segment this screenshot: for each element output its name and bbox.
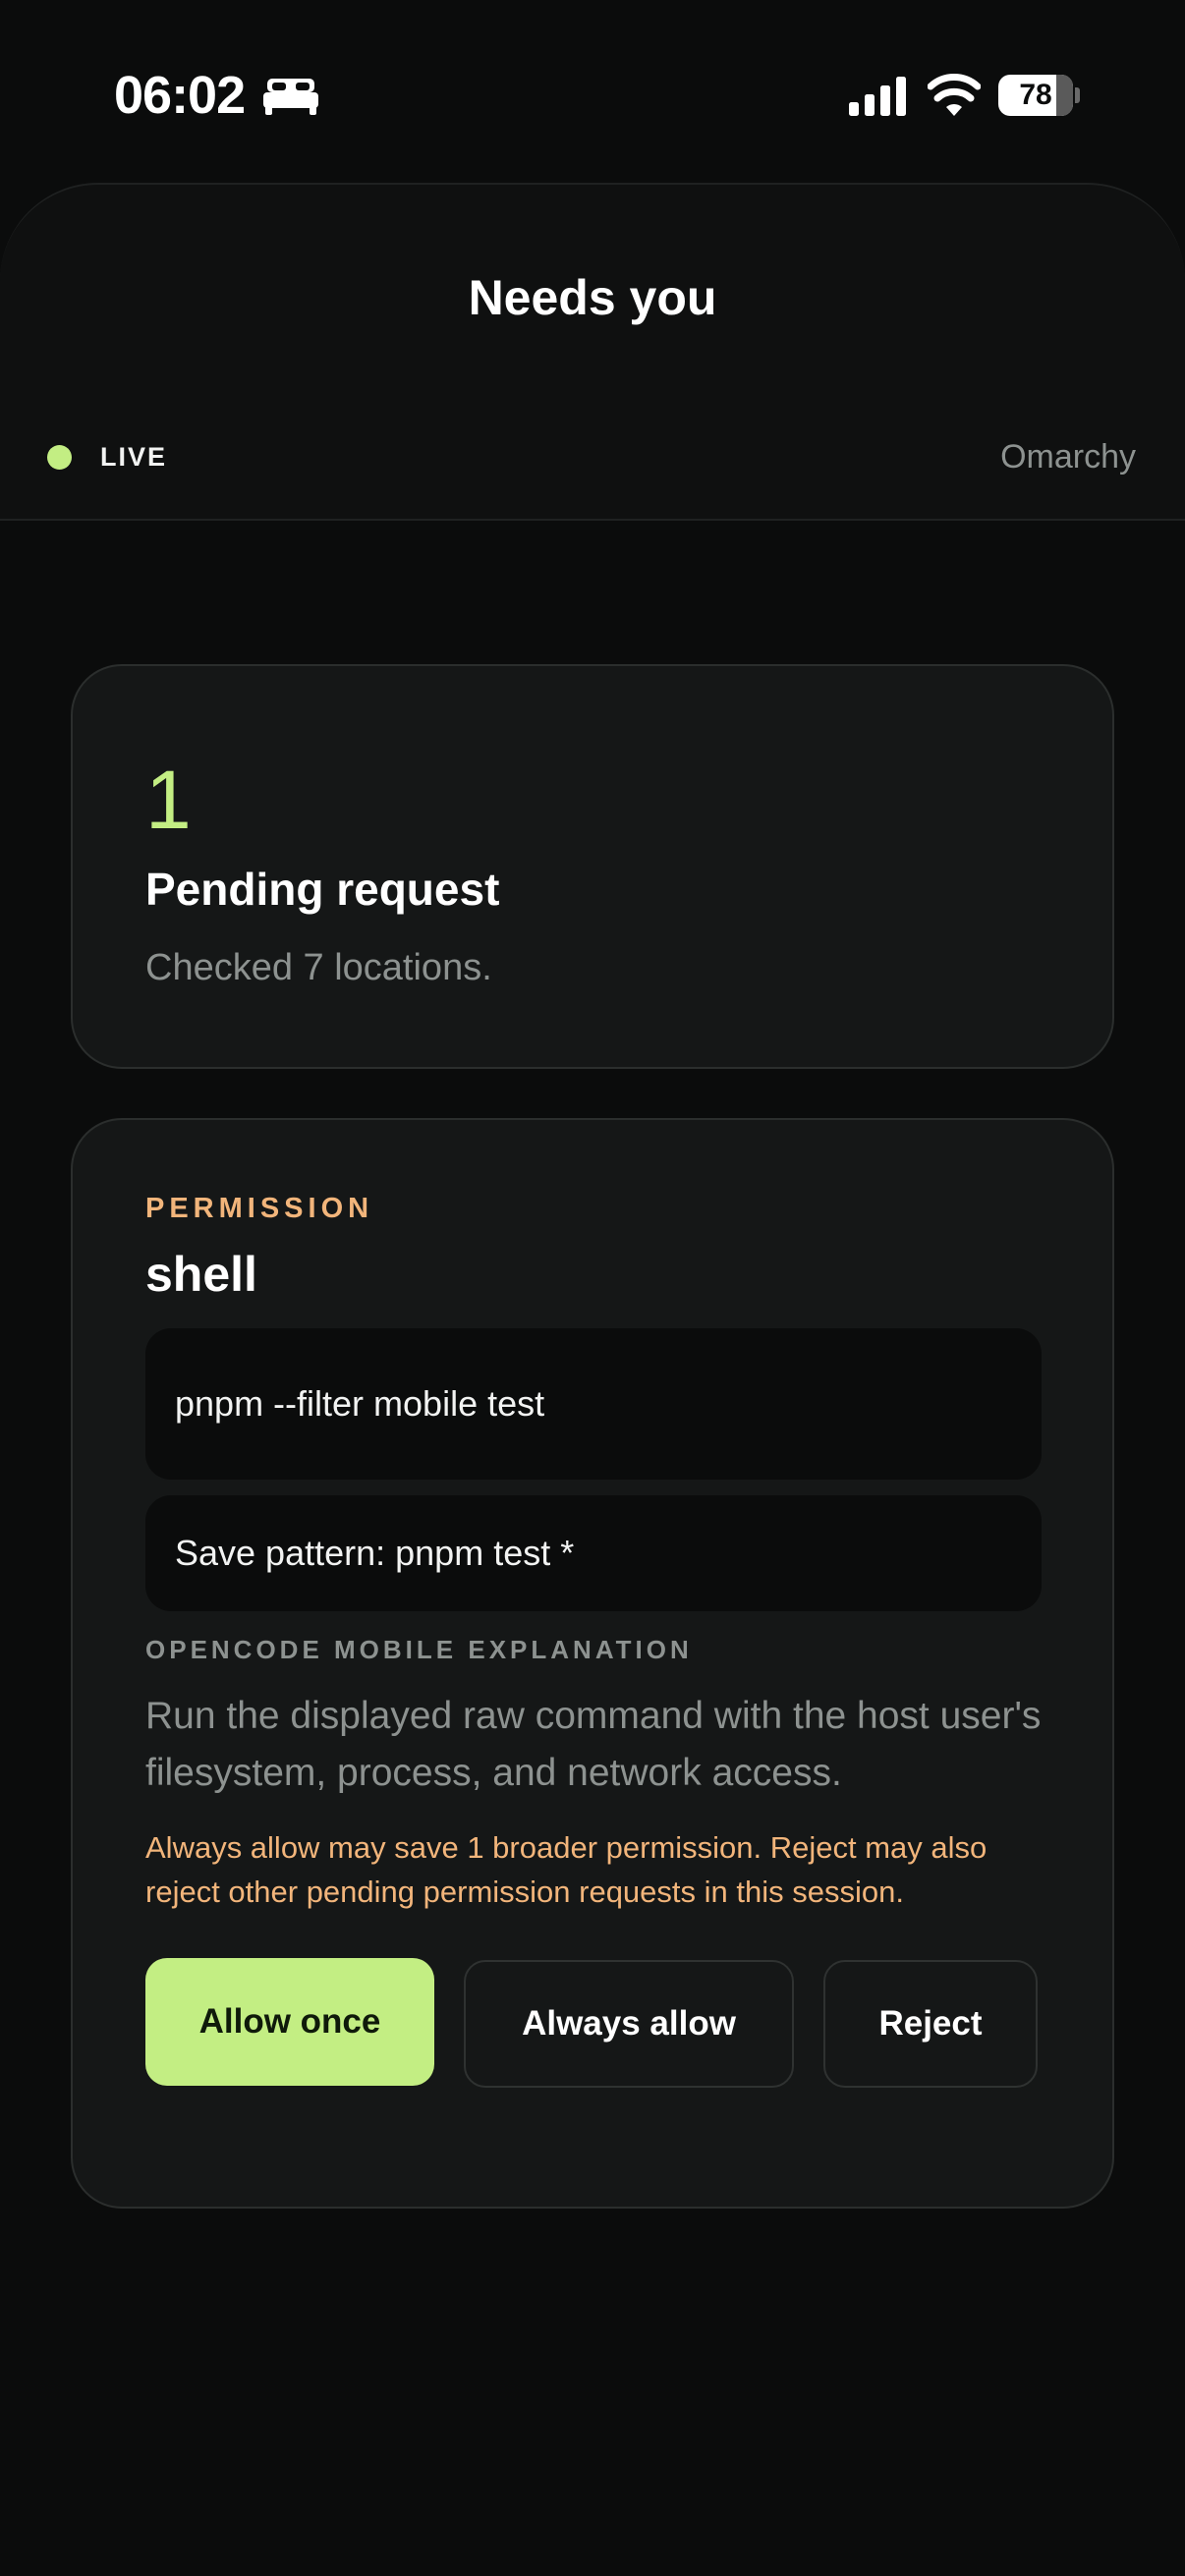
command-box: pnpm --filter mobile test	[145, 1328, 1042, 1480]
bed-icon	[263, 79, 318, 115]
status-time: 06:02	[114, 66, 246, 125]
battery-body: 78	[998, 75, 1073, 116]
pending-subtitle: Checked 7 locations.	[145, 947, 492, 988]
battery-icon: 78	[998, 75, 1080, 116]
pending-count: 1	[145, 754, 192, 846]
page-title: Needs you	[468, 270, 717, 325]
live-status-label: LIVE	[100, 442, 168, 472]
allow-once-button[interactable]: Allow once	[145, 1958, 434, 2086]
host-name[interactable]: Omarchy	[1000, 438, 1136, 476]
save-pattern-box: Save pattern: pnpm test *	[145, 1495, 1042, 1611]
reject-button[interactable]: Reject	[823, 1960, 1038, 2088]
battery-level: 78	[1019, 79, 1052, 111]
command-text: pnpm --filter mobile test	[175, 1383, 545, 1424]
screen: 06:02 78 Needs you LIVE Omarchy 1 Pendin…	[0, 0, 1185, 2576]
battery-nub	[1075, 87, 1080, 103]
save-pattern-text: Save pattern: pnpm test *	[175, 1533, 575, 1573]
live-status-dot	[47, 445, 72, 470]
status-bar: 06:02 78	[0, 0, 1185, 187]
sheet-header: Needs you LIVE Omarchy	[0, 183, 1185, 521]
permission-tool-name: shell	[145, 1247, 257, 1302]
wifi-icon	[928, 74, 981, 116]
header-divider	[0, 519, 1185, 521]
cellular-signal-icon	[849, 77, 906, 116]
explanation-text: Run the displayed raw command with the h…	[145, 1695, 1042, 1794]
pending-summary-card: 1 Pending request Checked 7 locations.	[71, 664, 1114, 1069]
pending-title: Pending request	[145, 864, 500, 915]
always-allow-button[interactable]: Always allow	[464, 1960, 794, 2088]
permission-request-card: PERMISSION shell pnpm --filter mobile te…	[71, 1118, 1114, 2209]
explanation-label: OPENCODE MOBILE EXPLANATION	[145, 1635, 693, 1664]
permission-eyebrow: PERMISSION	[145, 1193, 374, 1224]
permission-warning: Always allow may save 1 broader permissi…	[145, 1830, 988, 1909]
